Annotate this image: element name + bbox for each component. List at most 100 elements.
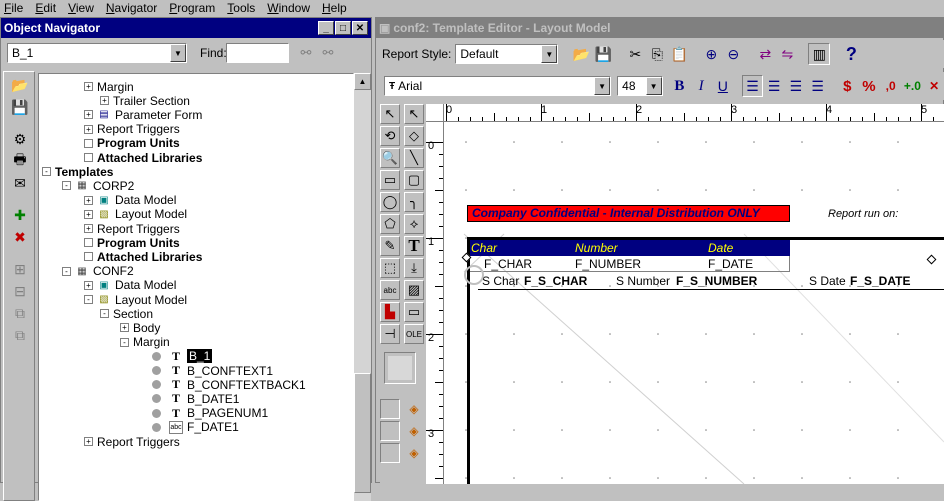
delete-icon[interactable]: ✖ <box>10 228 30 246</box>
chart-icon[interactable]: ▙ <box>380 302 400 322</box>
open-folder-icon[interactable]: 📂 <box>570 43 592 65</box>
create-icon[interactable]: ✚ <box>10 206 30 224</box>
tree-node[interactable]: T B_1 <box>152 349 213 364</box>
navigator-title-bar[interactable]: Object Navigator _ □ ✕ <box>1 18 371 38</box>
expand-icon[interactable]: + <box>84 110 93 120</box>
tree-node[interactable]: T B_CONFTEXT1 <box>152 363 273 378</box>
align-right-icon[interactable]: ☰ <box>785 75 807 97</box>
rectangle-icon[interactable]: ▭ <box>380 170 400 190</box>
tree-node[interactable]: + Margin <box>84 79 134 94</box>
tree-node[interactable]: T B_PAGENUM1 <box>152 406 268 421</box>
save-icon[interactable]: 💾 <box>592 43 614 65</box>
zoom-in-icon[interactable]: ⊕ <box>700 43 722 65</box>
line-color-icon-swatch[interactable] <box>380 421 400 441</box>
bold-button[interactable]: B <box>669 75 691 97</box>
expand-icon[interactable]: + <box>84 437 93 446</box>
paste-icon[interactable]: 📋 <box>668 43 690 65</box>
tree-node[interactable]: + ▣ Data Model <box>84 193 176 208</box>
align-objects-icon[interactable]: ⇄ <box>754 43 776 65</box>
copy-icon[interactable]: ⎘ <box>646 43 668 65</box>
select-icon[interactable]: ↖ <box>380 104 400 124</box>
line-color-icon[interactable]: ◈ <box>404 421 424 441</box>
add-decimal-icon[interactable]: +.0 <box>902 75 924 97</box>
text-color-icon[interactable]: ◈ <box>404 443 424 463</box>
line-icon[interactable]: ╲ <box>404 148 424 168</box>
align-center-icon[interactable]: ☰ <box>763 75 785 97</box>
tree-node[interactable]: - ▧ Layout Model <box>84 292 187 307</box>
minimize-icon[interactable]: _ <box>318 21 334 35</box>
header-row[interactable]: Char Number Date <box>470 240 790 256</box>
find-input[interactable] <box>226 43 289 63</box>
maximize-icon[interactable]: □ <box>335 21 351 35</box>
expand-icon[interactable]: + <box>84 224 93 233</box>
button-icon[interactable]: ▭ <box>404 302 424 322</box>
expand-all-icon[interactable]: ⧉ <box>10 304 30 322</box>
editor-title-bar[interactable]: ▣ conf2: Template Editor - Layout Model <box>376 18 943 38</box>
sum-field-char[interactable]: F_S_CHAR <box>524 274 587 288</box>
menu-tools[interactable]: Tools <box>227 1 255 15</box>
collapse-all-icon[interactable]: ⧉ <box>10 326 30 344</box>
collapse-icon[interactable]: - <box>100 309 109 319</box>
tree-node[interactable]: + ▧ Layout Model <box>84 207 187 222</box>
field-row[interactable]: F_CHAR F_NUMBER F_DATE <box>470 256 790 272</box>
ole-icon[interactable]: OLE <box>404 324 424 344</box>
open-folder-icon[interactable]: 📂 <box>10 76 30 94</box>
layout-canvas[interactable]: Company Confidential - Internal Distribu… <box>444 122 944 484</box>
tree-node[interactable]: - Section <box>100 306 153 321</box>
search-next-icon[interactable]: ⚯ <box>319 44 337 62</box>
scroll-thumb[interactable] <box>354 373 371 493</box>
collapse-icon[interactable]: - <box>84 295 93 304</box>
menu-program[interactable]: Program <box>169 1 215 15</box>
expand-icon[interactable]: ⊞ <box>10 260 30 278</box>
tree-node[interactable]: - Templates <box>42 164 113 179</box>
mail-icon[interactable]: ✉ <box>10 174 30 192</box>
report-run-on-text[interactable]: Report run on: <box>828 208 898 220</box>
scroll-up-icon[interactable]: ▲ <box>354 73 371 90</box>
tree-node[interactable]: - Margin <box>120 335 170 350</box>
text-icon[interactable]: T <box>404 236 424 256</box>
collapse-icon[interactable]: - <box>62 181 71 191</box>
remove-decimal-icon[interactable]: ✕ <box>923 75 944 97</box>
tree-node[interactable]: + Body <box>120 320 160 335</box>
group-icon[interactable]: ⇋ <box>776 43 798 65</box>
menu-view[interactable]: View <box>68 1 94 15</box>
tree-node[interactable]: Program Units <box>84 136 180 151</box>
image-icon[interactable]: ▨ <box>404 280 424 300</box>
tree-node[interactable]: abc F_DATE1 <box>152 420 239 435</box>
polyline-icon[interactable]: ⟡ <box>404 214 424 234</box>
font-select[interactable]: Ŧ Arial ▼ <box>384 76 612 96</box>
fill-color-icon[interactable]: ◈ <box>404 399 424 419</box>
expand-icon[interactable]: + <box>84 195 93 205</box>
arc-icon[interactable]: ╮ <box>404 192 424 212</box>
expand-icon[interactable]: + <box>84 209 93 219</box>
tree-node[interactable]: T B_CONFTEXTBACK1 <box>152 377 306 392</box>
anchor-tool-icon[interactable]: ⊣ <box>380 324 400 344</box>
header-number[interactable]: Number <box>575 241 618 255</box>
tree-node[interactable]: - ▦ CONF2 <box>62 264 134 279</box>
tree-node[interactable]: Attached Libraries <box>84 249 202 264</box>
polygon-icon[interactable]: ⬠ <box>380 214 400 234</box>
expand-icon[interactable]: + <box>84 124 93 134</box>
zoom-out-icon[interactable]: ⊖ <box>722 43 744 65</box>
tree-node[interactable]: + ▤ Parameter Form <box>84 107 202 122</box>
ellipse-icon[interactable]: ◯ <box>380 192 400 212</box>
menu-file[interactable]: File <box>4 1 23 15</box>
currency-button[interactable]: $ <box>836 75 858 97</box>
comma-button[interactable]: ,0 <box>880 75 902 97</box>
tree-node[interactable]: + Report Triggers <box>84 221 180 236</box>
tree-node[interactable]: - ▦ CORP2 <box>62 178 134 193</box>
chevron-down-icon[interactable]: ▼ <box>541 45 558 63</box>
summary-row[interactable]: S Char F_S_CHAR S Number F_S_NUMBER S Da… <box>478 272 944 290</box>
menu-navigator[interactable]: Navigator <box>106 1 157 15</box>
tree-node[interactable]: Attached Libraries <box>84 150 202 165</box>
menu-help[interactable]: Help <box>322 1 347 15</box>
tree-scrollbar[interactable]: ▲ <box>354 73 371 501</box>
expand-icon[interactable]: + <box>120 323 129 333</box>
reshape-icon[interactable]: ⟲ <box>380 126 400 146</box>
justify-icon[interactable]: ☰ <box>807 75 829 97</box>
align-left-icon[interactable]: ☰ <box>741 75 764 97</box>
collapse-icon[interactable]: - <box>120 337 129 347</box>
chevron-down-icon[interactable]: ▼ <box>645 77 662 95</box>
font-size-select[interactable]: 48 ▼ <box>617 76 663 96</box>
run-icon[interactable]: ⚙ <box>10 130 30 148</box>
